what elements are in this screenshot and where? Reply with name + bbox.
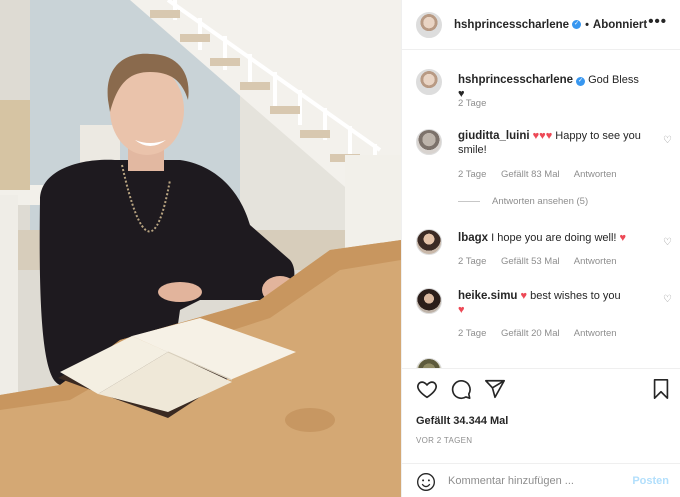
comment-item: heike.simu ♥ best wishes to you ♥ 2 Tage… — [416, 288, 676, 348]
comment-bubble-icon[interactable] — [450, 378, 472, 400]
comment-meta: 2 Tage Gefällt 53 Mal Antworten — [458, 256, 629, 267]
header-separator: • — [585, 18, 589, 31]
comment-time[interactable]: 2 Tage — [458, 328, 486, 339]
like-comment-icon[interactable]: ♡ — [663, 294, 672, 305]
comment-body: lbagx I hope you are doing well! ♥ — [458, 231, 648, 245]
commenter-avatar[interactable] — [416, 129, 442, 155]
view-replies-label[interactable]: Antworten ansehen (5) — [492, 196, 588, 207]
view-replies[interactable]: Antworten ansehen (5) — [458, 196, 588, 207]
comment-body: heike.simu ♥ best wishes to you ♥ — [458, 289, 648, 317]
comment-body: giuditta_luini ♥♥♥ Happy to see you smil… — [458, 129, 648, 157]
comment-time[interactable]: 2 Tage — [458, 169, 486, 180]
comment-likes[interactable]: Gefällt 20 Mal — [501, 328, 560, 339]
comment-item: lbagx I hope you are doing well! ♥ 2 Tag… — [416, 229, 676, 279]
caption-avatar[interactable] — [416, 69, 442, 95]
verified-badge-icon: ✓ — [576, 77, 586, 86]
comment-item — [416, 358, 676, 368]
commenter-avatar[interactable] — [416, 229, 442, 255]
reply-button[interactable]: Antworten — [574, 169, 617, 180]
share-send-icon[interactable] — [484, 378, 506, 400]
commenter-avatar[interactable] — [416, 358, 442, 368]
post-actions: Gefällt 34.344 Mal VOR 2 TAGEN — [402, 368, 680, 463]
post-sidebar: hshprincesscharlene ✓ • Abonniert ••• hs… — [401, 0, 680, 497]
comment-text: best wishes to you — [530, 290, 621, 302]
comment-input[interactable] — [448, 473, 628, 489]
post-likes-count[interactable]: Gefällt 34.344 Mal — [416, 415, 508, 427]
red-heart-icon: ♥ — [458, 304, 465, 316]
red-heart-icon: ♥ — [619, 232, 627, 244]
comment-username[interactable]: lbagx — [458, 232, 488, 244]
more-options-icon[interactable]: ••• — [648, 14, 667, 29]
reply-button[interactable]: Antworten — [574, 328, 617, 339]
caption-username[interactable]: hshprincesscharlene — [458, 74, 573, 86]
post-comment-button[interactable]: Posten — [632, 475, 669, 487]
verified-badge-icon: ✓ — [572, 20, 582, 29]
action-icons — [414, 378, 672, 402]
comment-likes[interactable]: Gefällt 83 Mal — [501, 169, 560, 180]
red-heart-icon: ♥♥♥ — [532, 130, 553, 142]
like-heart-icon[interactable] — [416, 378, 438, 400]
post-photo[interactable] — [0, 0, 401, 497]
comment-meta: 2 Tage Gefällt 20 Mal Antworten — [458, 328, 629, 339]
caption-text: God Bless — [588, 74, 639, 86]
comment-username[interactable]: giuditta_luini — [458, 130, 530, 142]
comment-text: I hope you are doing well! — [491, 232, 617, 244]
like-comment-icon[interactable]: ♡ — [663, 135, 672, 146]
replies-line — [458, 201, 480, 202]
caption-time[interactable]: 2 Tage — [458, 98, 486, 109]
like-comment-icon[interactable]: ♡ — [663, 237, 672, 248]
comment-username[interactable]: heike.simu — [458, 290, 517, 302]
comment-composer: Posten — [402, 463, 680, 497]
comment-item: giuditta_luini ♥♥♥ Happy to see you smil… — [416, 129, 676, 199]
caption: hshprincesscharlene ✓ God Bless ♥ 2 Tage — [416, 69, 676, 119]
commenter-avatar[interactable] — [416, 288, 442, 314]
comment-likes[interactable]: Gefällt 53 Mal — [501, 256, 560, 267]
red-heart-icon: ♥ — [520, 290, 528, 302]
save-bookmark-icon[interactable] — [650, 378, 672, 400]
comment-time[interactable]: 2 Tage — [458, 256, 486, 267]
comment-meta: 2 Tage Gefällt 83 Mal Antworten — [458, 169, 629, 180]
emoji-smiley-icon[interactable] — [416, 472, 436, 492]
caption-meta: 2 Tage — [458, 98, 498, 109]
post-date[interactable]: VOR 2 TAGEN — [416, 436, 472, 445]
post-header: hshprincesscharlene ✓ • Abonniert ••• — [402, 0, 680, 50]
follow-status-button[interactable]: Abonniert — [593, 19, 647, 31]
photo-illustration — [0, 0, 401, 497]
comments-list[interactable]: hshprincesscharlene ✓ God Bless ♥ 2 Tage … — [402, 50, 680, 368]
reply-button[interactable]: Antworten — [574, 256, 617, 267]
caption-body: hshprincesscharlene ✓ God Bless ♥ — [458, 73, 648, 101]
author-avatar[interactable] — [416, 11, 442, 38]
author-username[interactable]: hshprincesscharlene — [454, 19, 569, 31]
